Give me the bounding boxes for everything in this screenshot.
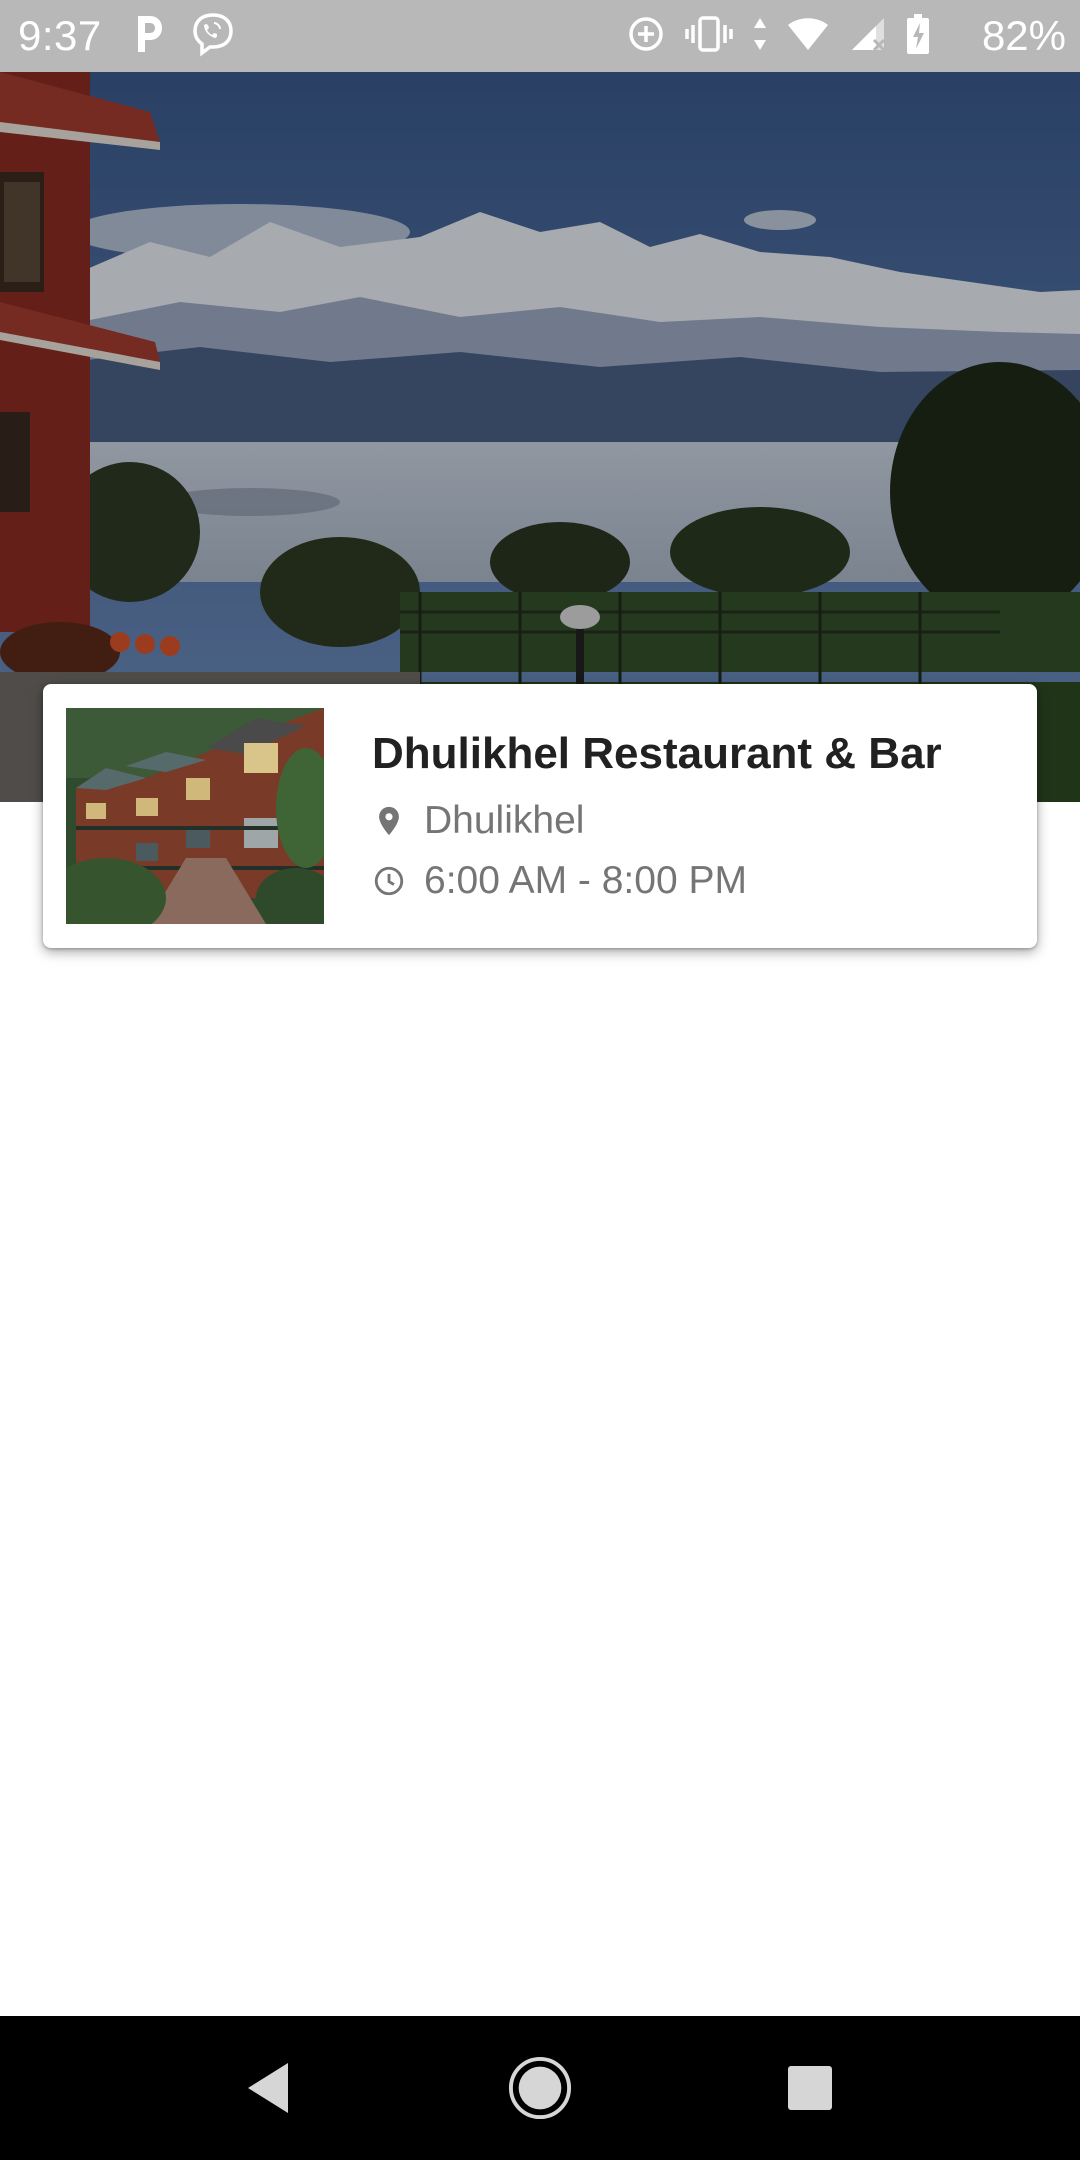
restaurant-hours-row: 6:00 AM - 8:00 PM bbox=[372, 856, 747, 906]
viber-icon bbox=[190, 11, 236, 62]
data-arrows-icon bbox=[752, 14, 768, 59]
restaurant-hours: 6:00 AM - 8:00 PM bbox=[424, 859, 747, 902]
status-notification-icons bbox=[134, 12, 236, 60]
app-screen: 9:37 82% Dhulikhel Restaurant & Bar Dhul… bbox=[0, 0, 1080, 2160]
status-bar: 9:37 82% bbox=[0, 0, 1080, 72]
back-icon[interactable] bbox=[236, 2056, 300, 2120]
restaurant-location: Dhulikhel bbox=[424, 799, 585, 842]
status-system-icons bbox=[626, 12, 930, 60]
restaurant-name: Dhulikhel Restaurant & Bar bbox=[372, 729, 942, 778]
recents-icon[interactable] bbox=[778, 2056, 842, 2120]
battery-percentage: 82% bbox=[981, 12, 1066, 59]
restaurant-location-row: Dhulikhel bbox=[372, 796, 584, 846]
restaurant-card[interactable]: Dhulikhel Restaurant & Bar Dhulikhel 6:0… bbox=[43, 684, 1037, 948]
wifi-icon bbox=[786, 14, 830, 59]
cell-signal-icon bbox=[848, 14, 888, 59]
status-time: 9:37 bbox=[18, 12, 102, 59]
navigation-bar bbox=[0, 2016, 1080, 2160]
parking-app-icon bbox=[134, 14, 164, 59]
restaurant-thumbnail-image bbox=[66, 708, 324, 924]
clock-icon bbox=[372, 864, 406, 898]
vibrate-icon bbox=[684, 14, 734, 59]
battery-icon bbox=[906, 13, 930, 60]
location-pin-icon bbox=[372, 804, 406, 838]
data-saver-icon bbox=[626, 14, 666, 59]
home-icon[interactable] bbox=[508, 2056, 572, 2120]
